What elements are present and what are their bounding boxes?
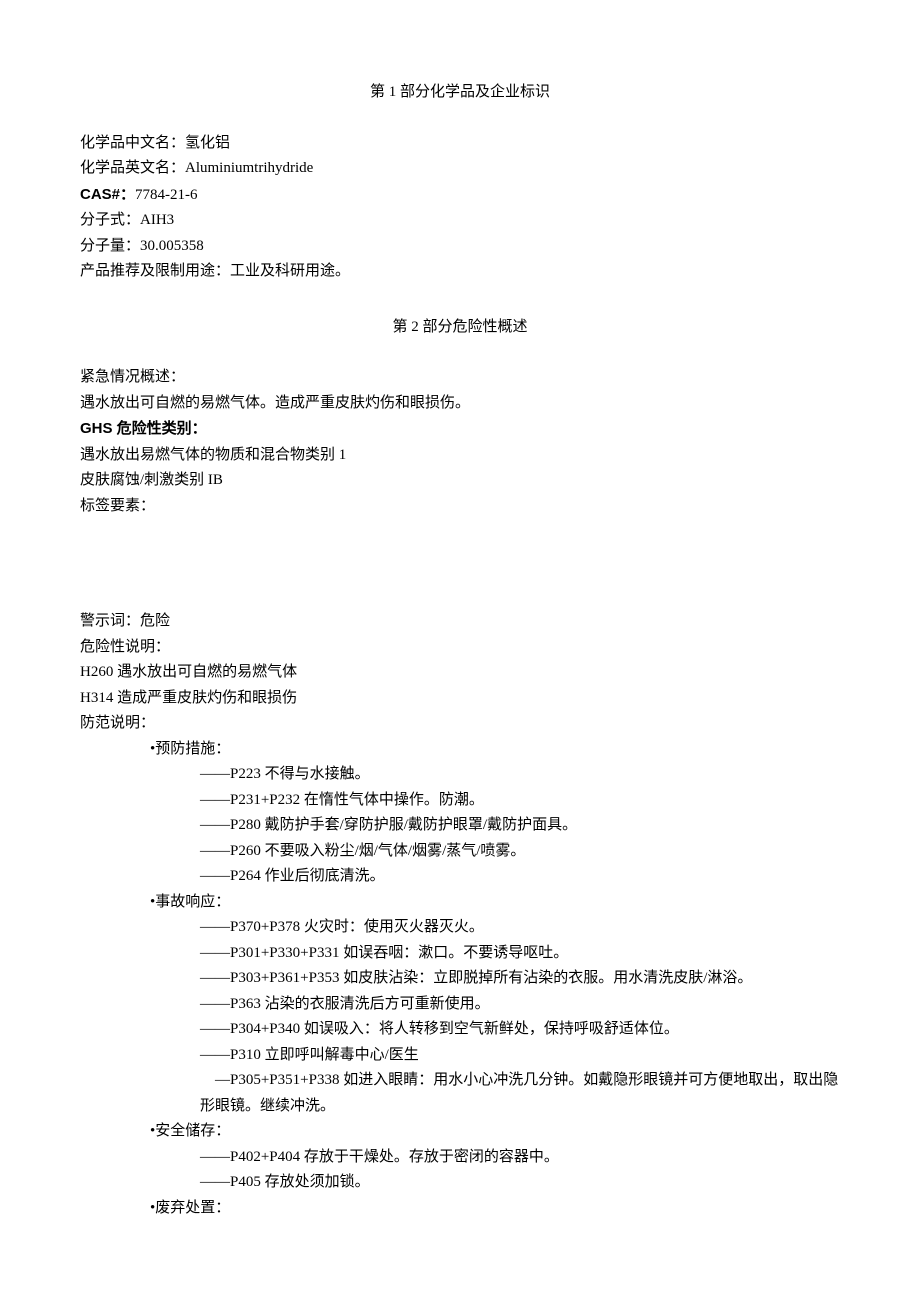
ghs-line1: 遇水放出易燃气体的物质和混合物类别 1 <box>80 443 840 469</box>
signal-word: 危险 <box>140 613 170 629</box>
p405: ——P405 存放处须加锁。 <box>200 1170 840 1196</box>
cas-value: 7784-21-6 <box>135 187 198 203</box>
section1-heading: 第 1 部分化学品及企业标识 <box>80 80 840 106</box>
p402-404: ——P402+P404 存放于干燥处。存放于密闭的容器中。 <box>200 1145 840 1171</box>
formula-label: 分子式： <box>80 212 140 228</box>
name-en-line: 化学品英文名：Aluminiumtrihydride <box>80 156 840 182</box>
pictogram-placeholder <box>80 519 840 609</box>
p363: ——P363 沾染的衣服清洗后方可重新使用。 <box>200 992 840 1018</box>
p280: ——P280 戴防护手套/穿防护服/戴防护眼罩/戴防护面具。 <box>200 813 840 839</box>
name-en-value: Aluminiumtrihydride <box>185 160 313 176</box>
p231-232: ——P231+P232 在惰性气体中操作。防潮。 <box>200 788 840 814</box>
h314: H314 造成严重皮肤灼伤和眼损伤 <box>80 686 840 712</box>
name-cn-label: 化学品中文名： <box>80 135 185 151</box>
mw-label: 分子量： <box>80 238 140 254</box>
hazard-label: 危险性说明： <box>80 635 840 661</box>
cas-line: CAS#：7784-21-6 <box>80 182 840 209</box>
p301-330-331: ——P301+P330+P331 如误吞咽：漱口。不要诱导呕吐。 <box>200 941 840 967</box>
prevention-heading: •预防措施： <box>150 737 840 763</box>
formula-line: 分子式：AIH3 <box>80 208 840 234</box>
ghs-label: GHS 危险性类别： <box>80 416 840 443</box>
p260: ——P260 不要吸入粉尘/烟/气体/烟雾/蒸气/喷雾。 <box>200 839 840 865</box>
h260: H260 遇水放出可自燃的易燃气体 <box>80 660 840 686</box>
storage-heading: •安全储存： <box>150 1119 840 1145</box>
p310: ——P310 立即呼叫解毒中心/医生 <box>200 1043 840 1069</box>
ghs-line2: 皮肤腐蚀/刺激类别 IB <box>80 468 840 494</box>
disposal-heading: •废弃处置： <box>150 1196 840 1222</box>
cas-label: CAS#： <box>80 186 135 203</box>
response-heading: •事故响应： <box>150 890 840 916</box>
name-en-label: 化学品英文名： <box>80 160 185 176</box>
emergency-label: 紧急情况概述： <box>80 365 840 391</box>
use-value: 工业及科研用途。 <box>230 263 350 279</box>
label-elements: 标签要素： <box>80 494 840 520</box>
p304-340: ——P304+P340 如误吸入：将人转移到空气新鲜处，保持呼吸舒适体位。 <box>200 1017 840 1043</box>
ghs-label-text: GHS 危险性类别： <box>80 420 207 437</box>
signal-label: 警示词： <box>80 613 140 629</box>
p303-361-353: ——P303+P361+P353 如皮肤沾染：立即脱掉所有沾染的衣服。用水清洗皮… <box>200 966 840 992</box>
use-label: 产品推荐及限制用途： <box>80 263 230 279</box>
p264: ——P264 作业后彻底清洗。 <box>200 864 840 890</box>
precaution-label: 防范说明： <box>80 711 840 737</box>
name-cn-value: 氢化铝 <box>185 135 230 151</box>
p305-351-338: —P305+P351+P338 如进入眼睛：用水小心冲洗几分钟。如戴隐形眼镜并可… <box>180 1068 840 1119</box>
emergency-text: 遇水放出可自燃的易燃气体。造成严重皮肤灼伤和眼损伤。 <box>80 391 840 417</box>
p370-378: ——P370+P378 火灾时：使用灭火器灭火。 <box>200 915 840 941</box>
mw-line: 分子量：30.005358 <box>80 234 840 260</box>
name-cn-line: 化学品中文名：氢化铝 <box>80 131 840 157</box>
mw-value: 30.005358 <box>140 238 204 254</box>
signal-line: 警示词：危险 <box>80 609 840 635</box>
use-line: 产品推荐及限制用途：工业及科研用途。 <box>80 259 840 285</box>
section2-heading: 第 2 部分危险性概述 <box>80 315 840 341</box>
formula-value: AIH3 <box>140 212 174 228</box>
p223: ——P223 不得与水接触。 <box>200 762 840 788</box>
